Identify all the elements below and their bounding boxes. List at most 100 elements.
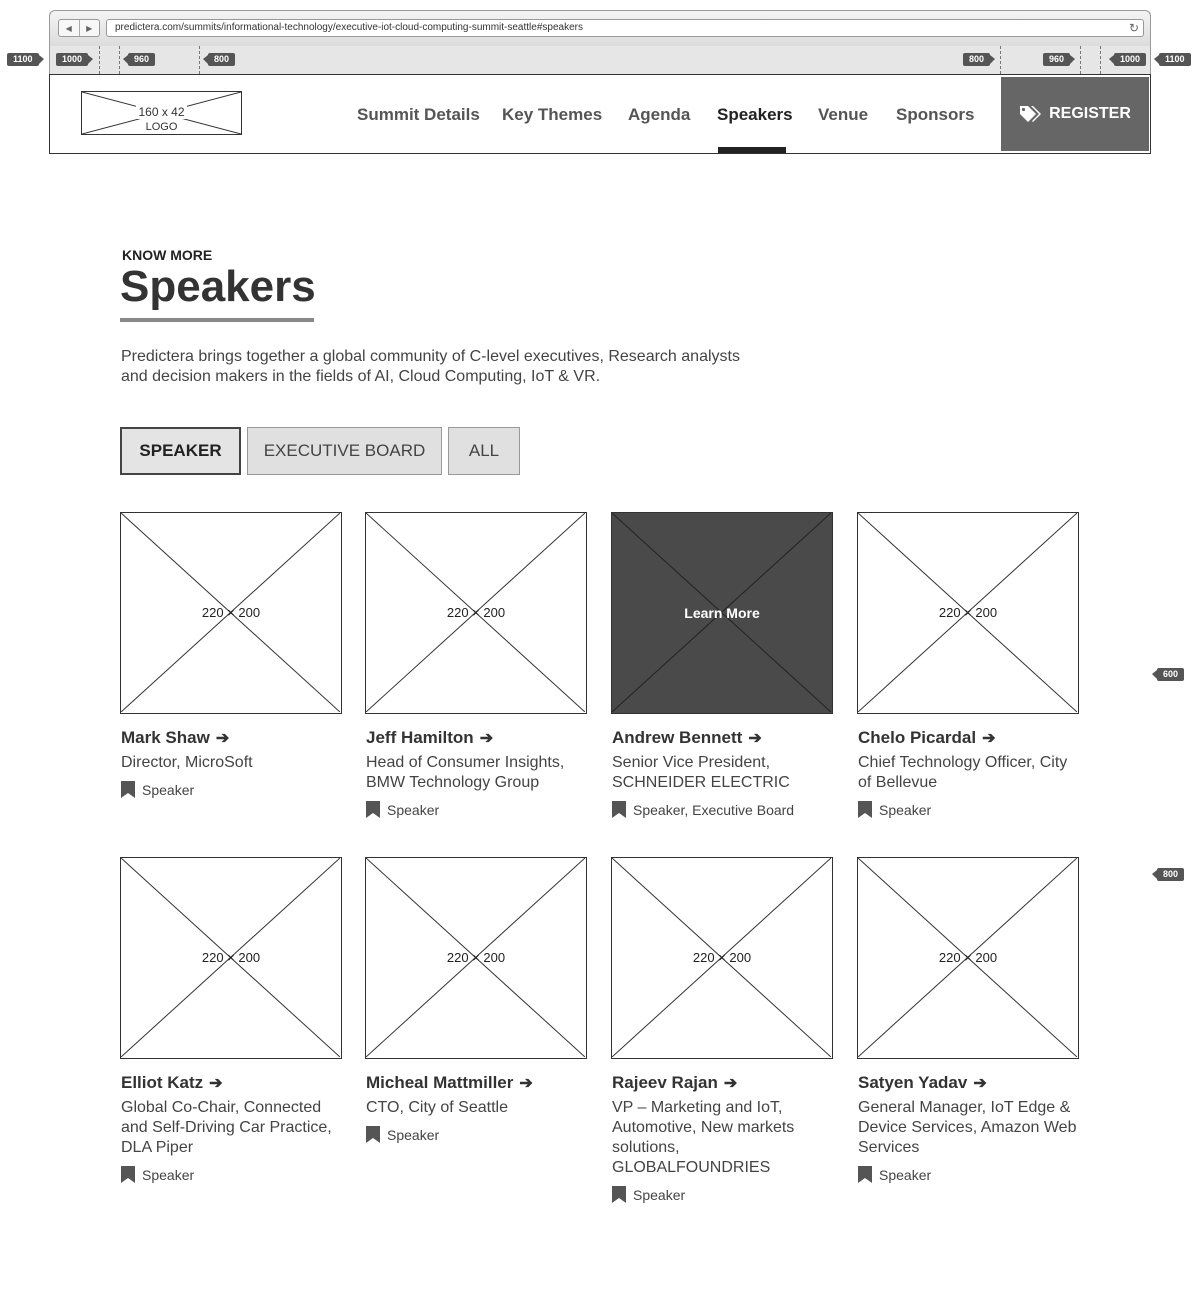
arrow-right-icon: ➔ [973, 1075, 987, 1092]
speaker-category-label: Speaker [387, 801, 440, 818]
photo-size-label: 220 × 200 [938, 950, 998, 965]
browser-toolbar: ◀ ▶ predictera.com/summits/informational… [49, 10, 1151, 46]
bookmark-icon [366, 1126, 380, 1143]
ruler-marker: 1100 [1154, 53, 1191, 66]
reload-icon[interactable]: ↻ [1129, 20, 1139, 36]
ruler-marker: 800 [202, 53, 236, 66]
speaker-name: Chelo Picardal [858, 728, 977, 747]
address-bar[interactable]: predictera.com/summits/informational-tec… [106, 19, 1144, 37]
speaker-category: Speaker [858, 801, 931, 818]
nav-summit-details[interactable]: Summit Details [357, 105, 480, 125]
speaker-name-link[interactable]: Rajeev Rajan ➔ [612, 1073, 737, 1093]
speaker-photo[interactable]: 220 × 200 [365, 857, 587, 1059]
filter-all[interactable]: ALL [448, 427, 520, 475]
speaker-role: Head of Consumer Insights, BMW Technolog… [366, 754, 565, 791]
speaker-category-label: Speaker [633, 1186, 686, 1203]
ruler-marker: 600 [1151, 668, 1185, 681]
speaker-category: Speaker [121, 1166, 194, 1183]
speaker-category: Speaker, Executive Board [612, 801, 794, 818]
bookmark-icon [366, 801, 380, 818]
speaker-role: General Manager, IoT Edge & Device Servi… [858, 1099, 1077, 1156]
section-description: Predictera brings together a global comm… [121, 348, 740, 385]
nav-agenda[interactable]: Agenda [628, 105, 690, 125]
speaker-photo[interactable]: 220 × 200 [365, 512, 587, 714]
speaker-category-label: Speaker [879, 801, 932, 818]
speaker-name: Rajeev Rajan [612, 1073, 718, 1092]
ruler-marker: 1100 [7, 53, 43, 66]
speaker-name-link[interactable]: Satyen Yadav ➔ [858, 1073, 987, 1093]
ruler-line [99, 46, 100, 74]
nav-sponsors[interactable]: Sponsors [896, 105, 974, 125]
filter-executive-board[interactable]: EXECUTIVE BOARD [247, 427, 442, 475]
browser-nav-buttons: ◀ ▶ [58, 19, 100, 37]
speaker-category-label: Speaker, Executive Board [633, 801, 795, 818]
speaker-name-link[interactable]: Andrew Bennett ➔ [612, 728, 762, 748]
arrow-right-icon: ➔ [982, 730, 996, 747]
speaker-name: Micheal Mattmiller [366, 1073, 514, 1092]
arrow-right-icon: ➔ [519, 1075, 533, 1092]
speaker-category-label: Speaker [387, 1126, 440, 1143]
arrow-right-icon: ➔ [209, 1075, 223, 1092]
ruler-marker: 960 [122, 53, 156, 66]
speaker-photo[interactable]: 220 × 200 [857, 512, 1079, 714]
speaker-name-link[interactable]: Mark Shaw ➔ [121, 728, 229, 748]
photo-size-label: 220 × 200 [446, 950, 506, 965]
photo-size-label: 220 × 200 [446, 605, 506, 620]
ruler-marker: 800 [963, 53, 996, 66]
speaker-category-label: Speaker [142, 781, 195, 798]
ruler-line [1080, 46, 1081, 74]
page-title: Speakers [120, 262, 316, 311]
nav-speakers[interactable]: Speakers [717, 105, 793, 125]
speaker-photo[interactable]: 220 × 200 [120, 512, 342, 714]
filter-speaker[interactable]: SPEAKER [120, 427, 241, 475]
speaker-name-link[interactable]: Jeff Hamilton ➔ [366, 728, 493, 748]
ruler-marker: 1000 [1108, 53, 1147, 66]
section-eyebrow: KNOW MORE [122, 247, 213, 263]
speaker-category: Speaker [858, 1166, 931, 1183]
speaker-photo[interactable]: Learn More [611, 512, 833, 714]
speaker-name-link[interactable]: Elliot Katz ➔ [121, 1073, 223, 1093]
speaker-category: Speaker [366, 801, 439, 818]
speaker-category-label: Speaker [879, 1166, 932, 1183]
speaker-photo[interactable]: 220 × 200 [120, 857, 342, 1059]
arrow-right-icon: ➔ [748, 730, 762, 747]
speaker-category-label: Speaker [142, 1166, 195, 1183]
learn-more-link[interactable]: Learn More [612, 605, 832, 621]
tags-icon [1020, 106, 1042, 122]
title-underline [120, 318, 314, 322]
speaker-name: Andrew Bennett [612, 728, 743, 747]
bookmark-icon [612, 1186, 626, 1203]
logo-placeholder[interactable]: 160 x 42 LOGO [81, 91, 242, 135]
site-header: 160 x 42 LOGO Summit Details Key Themes … [49, 74, 1151, 154]
arrow-right-icon: ➔ [723, 1075, 738, 1092]
register-label: REGISTER [1049, 105, 1131, 122]
logo-label: LOGO [143, 121, 180, 133]
speaker-role: Global Co-Chair, Connected and Self-Driv… [121, 1099, 332, 1156]
bookmark-icon [858, 1166, 872, 1183]
ruler-marker: 1000 [56, 53, 94, 66]
ruler-line [1100, 46, 1101, 74]
speaker-name: Elliot Katz [121, 1073, 204, 1092]
forward-icon[interactable]: ▶ [80, 20, 100, 36]
speaker-category: Speaker [612, 1186, 685, 1203]
speaker-name: Mark Shaw [121, 728, 210, 747]
nav-key-themes[interactable]: Key Themes [502, 105, 602, 125]
speaker-photo[interactable]: 220 × 200 [611, 857, 833, 1059]
nav-venue[interactable]: Venue [818, 105, 868, 125]
photo-size-label: 220 × 200 [201, 950, 261, 965]
back-icon[interactable]: ◀ [59, 20, 80, 36]
speaker-name-link[interactable]: Chelo Picardal ➔ [858, 728, 996, 748]
speaker-role: Chief Technology Officer, City of Bellev… [858, 754, 1068, 791]
speaker-photo[interactable]: 220 × 200 [857, 857, 1079, 1059]
bookmark-icon [858, 801, 872, 818]
active-nav-indicator [718, 147, 786, 153]
arrow-right-icon: ➔ [479, 730, 494, 747]
speaker-role: VP – Marketing and IoT, Automotive, New … [612, 1099, 795, 1176]
ruler-marker: 800 [1151, 868, 1185, 881]
bookmark-icon [612, 801, 626, 818]
speaker-category: Speaker [366, 1126, 439, 1143]
speaker-name-link[interactable]: Micheal Mattmiller ➔ [366, 1073, 533, 1093]
register-button[interactable]: REGISTER [1001, 77, 1149, 151]
bookmark-icon [121, 781, 135, 798]
speaker-name: Satyen Yadav [858, 1073, 968, 1092]
